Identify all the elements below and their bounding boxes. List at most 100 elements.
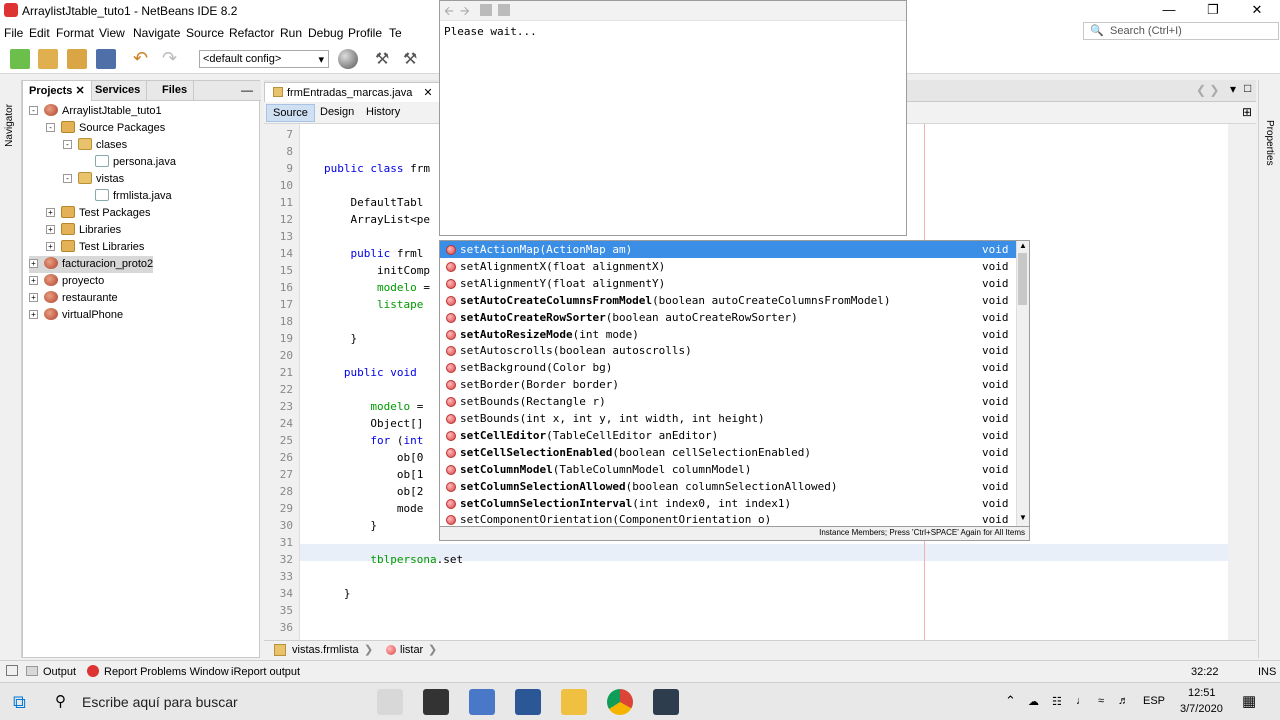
completion-item[interactable]: setComponentOrientation(ComponentOrienta… bbox=[440, 511, 1016, 528]
file-explorer-icon[interactable] bbox=[561, 689, 587, 715]
expand-icon[interactable]: + bbox=[29, 259, 38, 268]
tree-item[interactable]: + restaurante bbox=[29, 290, 118, 307]
task-view-icon[interactable] bbox=[377, 689, 403, 715]
tab-list-icon[interactable]: ▾ bbox=[1230, 82, 1236, 96]
ireport-output-tab[interactable]: iReport output bbox=[231, 666, 300, 678]
breadcrumb-class[interactable]: vistas.frmlista bbox=[292, 644, 359, 656]
tab-projects[interactable]: Projects ✕ bbox=[23, 81, 92, 101]
onedrive-icon[interactable]: ☁ bbox=[1028, 695, 1039, 708]
minimize-icon[interactable]: — bbox=[1148, 0, 1190, 22]
expand-icon[interactable]: + bbox=[46, 208, 55, 217]
completion-scrollbar[interactable]: ▲ ▼ bbox=[1016, 241, 1029, 526]
store-icon[interactable] bbox=[423, 689, 449, 715]
expand-icon[interactable]: + bbox=[46, 242, 55, 251]
collapse-icon[interactable]: - bbox=[63, 174, 72, 183]
completion-item[interactable]: setBounds(int x, int y, int width, int h… bbox=[440, 410, 1016, 427]
microphone-icon[interactable]: ♩ bbox=[1076, 695, 1087, 707]
menu-edit[interactable]: Edit bbox=[29, 26, 50, 40]
expand-icon[interactable]: + bbox=[29, 310, 38, 319]
terminal-icon[interactable] bbox=[653, 689, 679, 715]
output-tab[interactable]: Output bbox=[43, 666, 76, 678]
menu-run[interactable]: Run bbox=[280, 26, 302, 40]
chrome-icon[interactable] bbox=[607, 689, 633, 715]
menu-refactor[interactable]: Refactor bbox=[229, 26, 274, 40]
completion-item[interactable]: setBackground(Color bg) void bbox=[440, 359, 1016, 376]
completion-item[interactable]: setColumnModel(TableColumnModel columnMo… bbox=[440, 461, 1016, 478]
tree-item[interactable]: - ArraylistJtable_tuto1 bbox=[29, 103, 162, 120]
completion-item[interactable]: setAlignmentY(float alignmentY) void bbox=[440, 275, 1016, 292]
tree-item[interactable]: frmlista.java bbox=[80, 188, 172, 205]
tab-services[interactable]: Services bbox=[89, 81, 148, 101]
back-icon[interactable]: 🡨 bbox=[444, 2, 454, 23]
scroll-tabs-left-icon[interactable]: ❮ ❯ bbox=[1196, 83, 1219, 97]
scroll-thumb[interactable] bbox=[1018, 253, 1027, 305]
properties-tab[interactable]: Properties bbox=[1264, 120, 1275, 166]
tree-item[interactable]: + Libraries bbox=[46, 222, 121, 239]
netbeans-taskbar-icon[interactable] bbox=[469, 689, 495, 715]
save-all-icon[interactable] bbox=[96, 49, 116, 69]
open-browser-icon[interactable] bbox=[480, 4, 492, 16]
tree-item[interactable]: + Test Libraries bbox=[46, 239, 144, 256]
completion-item[interactable]: setBorder(Border border) void bbox=[440, 376, 1016, 393]
collapse-icon[interactable]: - bbox=[63, 140, 72, 149]
minimize-panel-icon[interactable]: — bbox=[241, 83, 253, 97]
menu-format[interactable]: Format bbox=[56, 26, 94, 40]
menu-profile[interactable]: Profile bbox=[348, 26, 382, 40]
clean-build-icon[interactable]: ⚒ bbox=[403, 49, 423, 69]
close-icon[interactable]: ✕ bbox=[423, 87, 432, 99]
completion-item[interactable]: setColumnSelectionInterval(int index0, i… bbox=[440, 495, 1016, 512]
tree-item[interactable]: + virtualPhone bbox=[29, 307, 123, 324]
menu-file[interactable]: File bbox=[4, 26, 23, 40]
goto-source-icon[interactable] bbox=[498, 4, 510, 16]
menu-debug[interactable]: Debug bbox=[308, 26, 343, 40]
completion-item[interactable]: setColumnSelectionAllowed(boolean column… bbox=[440, 478, 1016, 495]
breadcrumb-method[interactable]: listar bbox=[400, 644, 423, 656]
close-icon[interactable]: ✕ bbox=[1236, 0, 1278, 22]
wifi-icon[interactable]: ≈ bbox=[1098, 695, 1104, 707]
open-project-icon[interactable] bbox=[67, 49, 87, 69]
network-icon[interactable]: ☷ bbox=[1052, 695, 1062, 708]
maximize-editor-icon[interactable]: □ bbox=[1244, 81, 1251, 95]
search-icon[interactable]: ⚲ bbox=[55, 692, 66, 710]
config-select[interactable]: <default config> ▾ bbox=[199, 50, 329, 68]
completion-item[interactable]: setAutoCreateColumnsFromModel(boolean au… bbox=[440, 292, 1016, 309]
collapse-icon[interactable]: - bbox=[46, 123, 55, 132]
completion-item[interactable]: setBounds(Rectangle r) void bbox=[440, 393, 1016, 410]
completion-item[interactable]: setCellEditor(TableCellEditor anEditor) v… bbox=[440, 427, 1016, 444]
completion-item[interactable]: setCellSelectionEnabled(boolean cellSele… bbox=[440, 444, 1016, 461]
volume-icon[interactable]: ♬ bbox=[1118, 695, 1129, 707]
tab-frmentradas-marcas[interactable]: frmEntradas_marcas.java ✕ bbox=[264, 82, 442, 102]
globe-icon[interactable] bbox=[338, 49, 358, 69]
navigator-tab[interactable]: Navigator bbox=[4, 104, 15, 147]
completion-item[interactable]: setAlignmentX(float alignmentX) void bbox=[440, 258, 1016, 275]
expand-icon[interactable]: + bbox=[29, 293, 38, 302]
language-indicator[interactable]: ESP bbox=[1143, 695, 1165, 707]
clock-time[interactable]: 12:51 bbox=[1188, 687, 1216, 699]
windows-start-icon[interactable]: ⧉ bbox=[13, 692, 26, 713]
clock-date[interactable]: 3/7/2020 bbox=[1180, 703, 1223, 715]
hammer-icon[interactable]: ⚒ bbox=[375, 49, 395, 69]
menu-source[interactable]: Source bbox=[186, 26, 224, 40]
split-editor-icon[interactable]: ⊞ bbox=[1242, 105, 1252, 119]
tree-item[interactable]: + proyecto bbox=[29, 273, 104, 290]
tree-item[interactable]: - vistas bbox=[63, 171, 124, 188]
tree-item[interactable]: + facturacion_proto2 bbox=[29, 256, 154, 273]
completion-item[interactable]: setActionMap(ActionMap am) void bbox=[440, 241, 1016, 258]
tree-item[interactable]: persona.java bbox=[80, 154, 176, 171]
expand-icon[interactable]: + bbox=[46, 225, 55, 234]
scroll-down-icon[interactable]: ▼ bbox=[1019, 513, 1027, 522]
expand-icon[interactable]: + bbox=[29, 276, 38, 285]
tab-history[interactable]: History bbox=[360, 104, 406, 122]
tab-design[interactable]: Design bbox=[314, 104, 360, 122]
scroll-up-icon[interactable]: ▲ bbox=[1019, 241, 1027, 250]
show-hidden-icon[interactable]: ⌃ bbox=[1005, 693, 1016, 709]
taskbar-search-placeholder[interactable]: Escribe aquí para buscar bbox=[82, 694, 238, 710]
notifications-icon[interactable]: ▦ bbox=[1242, 692, 1256, 710]
restore-icon[interactable]: ❐ bbox=[1192, 0, 1234, 22]
tree-item[interactable]: - clases bbox=[63, 137, 127, 154]
redo-icon[interactable]: ↷ bbox=[162, 49, 182, 69]
close-icon[interactable]: ✕ bbox=[75, 85, 84, 97]
search-input[interactable]: 🔍 Search (Ctrl+I) bbox=[1083, 22, 1279, 40]
forward-icon[interactable]: 🡪 bbox=[460, 2, 470, 23]
tree-item[interactable]: - Source Packages bbox=[46, 120, 165, 137]
